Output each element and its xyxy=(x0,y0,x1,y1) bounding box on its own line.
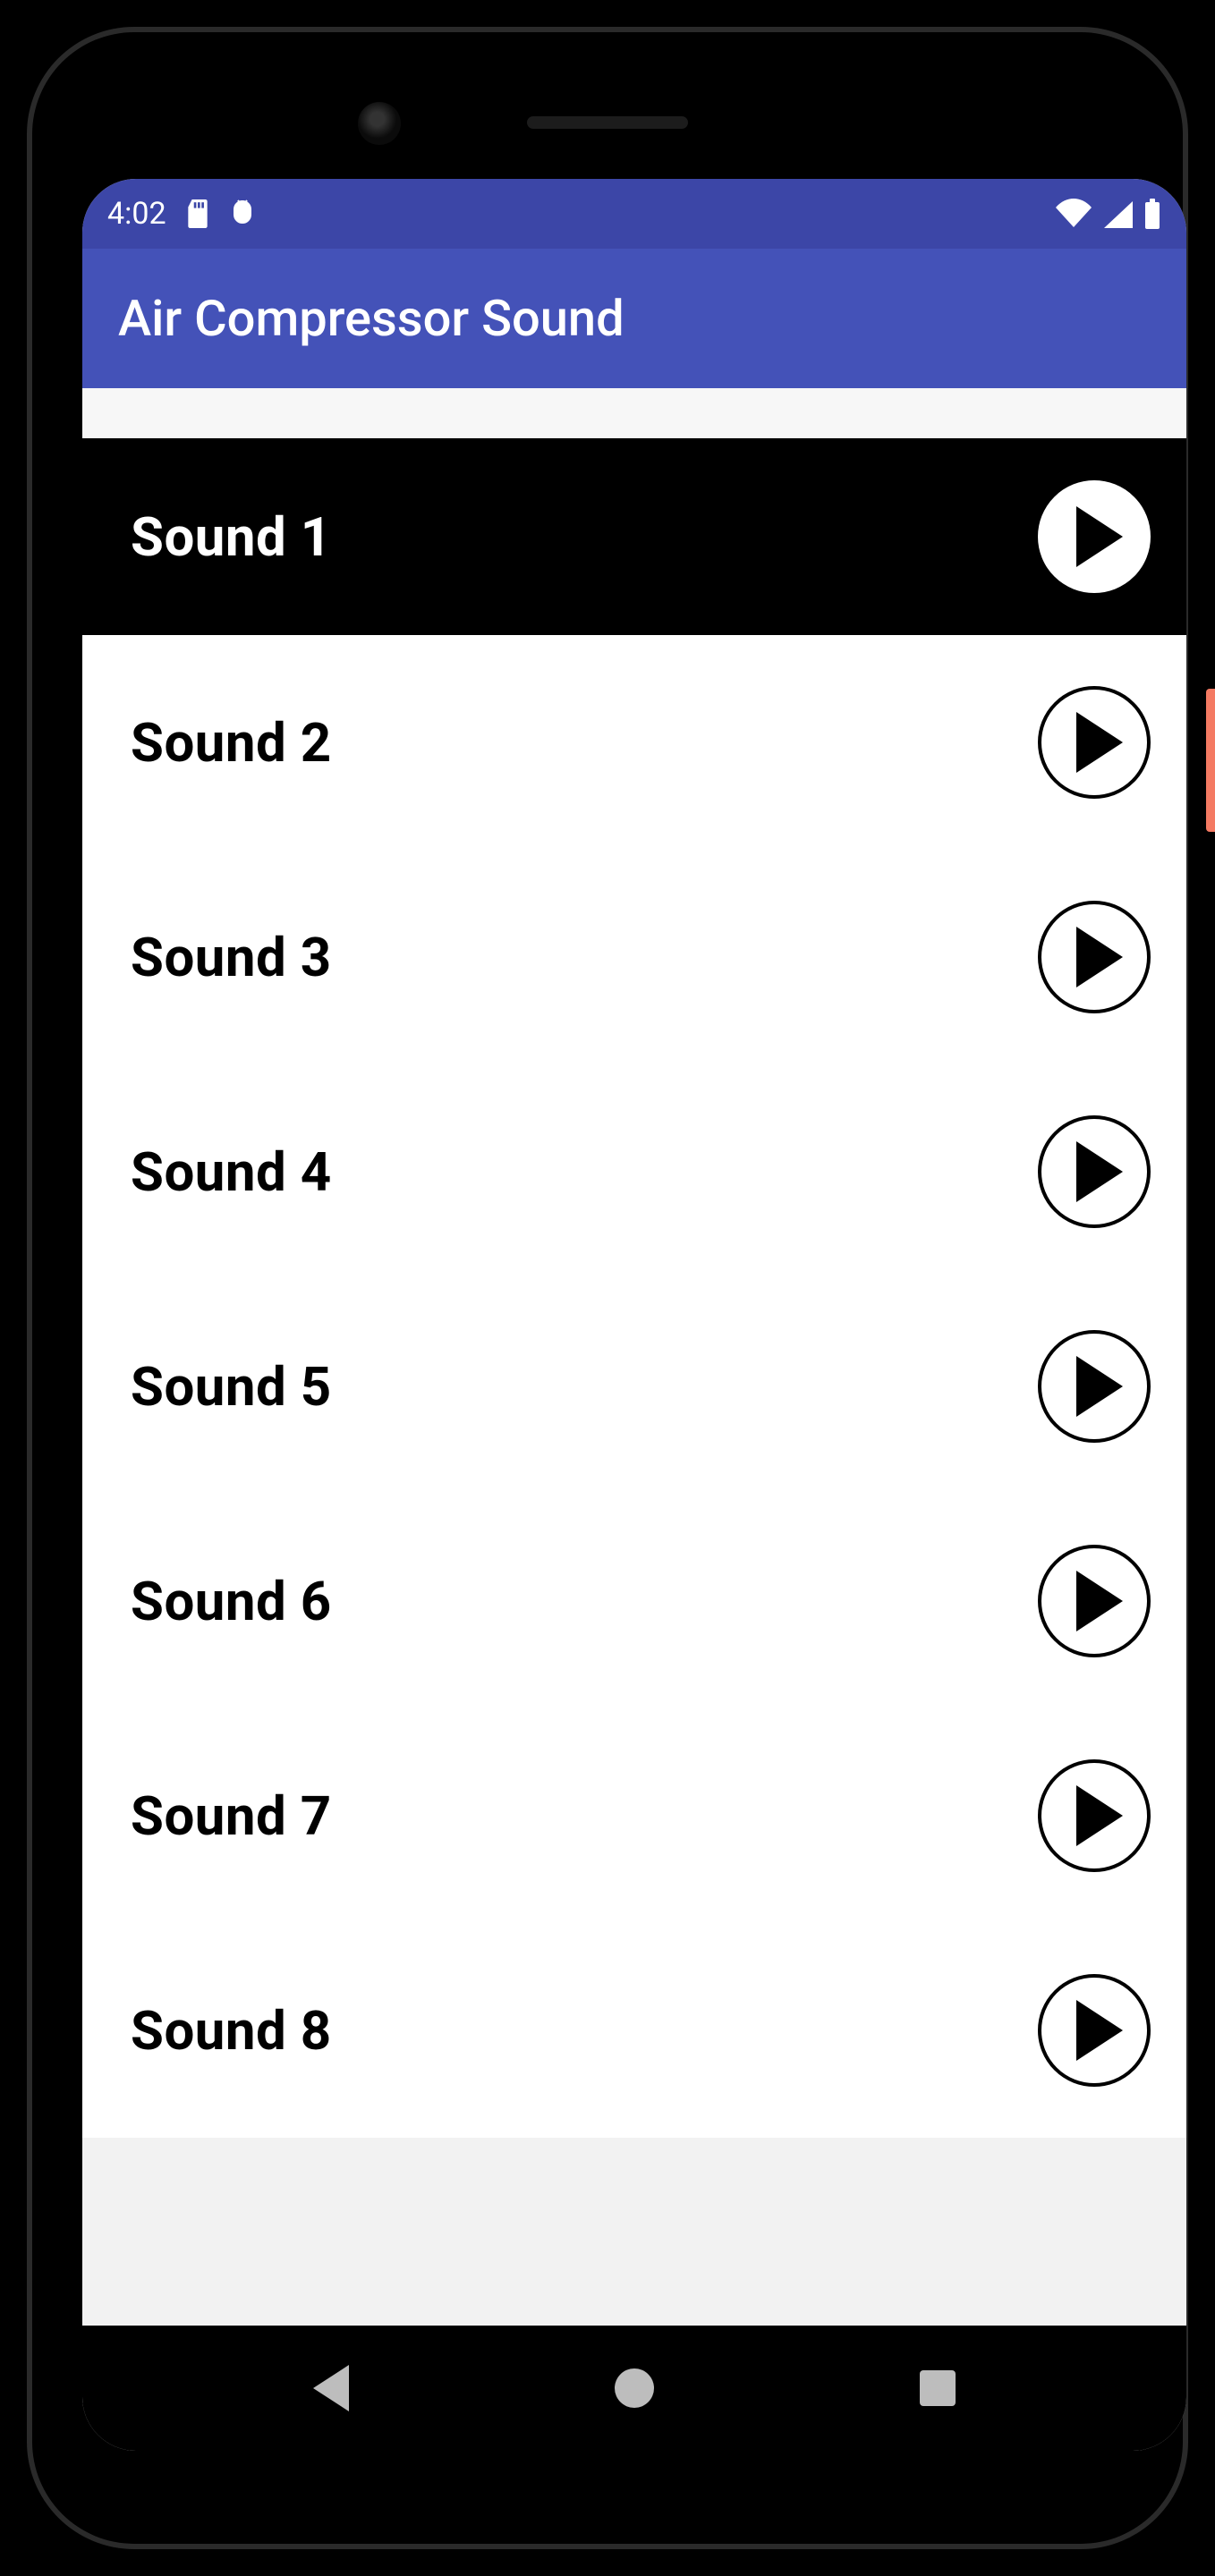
status-time: 4:02 xyxy=(107,196,166,232)
nav-recent-button[interactable] xyxy=(920,2370,956,2406)
sound-row[interactable]: Sound 5 xyxy=(82,1279,1186,1494)
cellular-icon xyxy=(1102,199,1134,228)
play-icon xyxy=(1076,1356,1123,1417)
sound-label: Sound 5 xyxy=(131,1355,1038,1419)
sound-row[interactable]: Sound 8 xyxy=(82,1923,1186,2138)
sd-card-icon xyxy=(186,199,209,228)
sound-label: Sound 1 xyxy=(131,505,1038,569)
sound-row[interactable]: Sound 1 xyxy=(82,438,1186,635)
status-left: 4:02 xyxy=(107,196,256,232)
play-button[interactable] xyxy=(1038,1115,1151,1228)
nav-home-button[interactable] xyxy=(615,2368,654,2408)
play-button[interactable] xyxy=(1038,901,1151,1013)
phone-speaker xyxy=(527,116,688,129)
phone-power-button xyxy=(1206,689,1215,832)
wifi-icon xyxy=(1054,199,1093,229)
sound-label: Sound 4 xyxy=(131,1140,1038,1204)
phone-front-camera xyxy=(358,102,401,145)
sound-row[interactable]: Sound 3 xyxy=(82,850,1186,1064)
play-button[interactable] xyxy=(1038,1759,1151,1872)
play-button[interactable] xyxy=(1038,1545,1151,1657)
play-icon xyxy=(1076,1785,1123,1846)
sound-list[interactable]: Sound 1 Sound 2 Sound 3 Sound 4 Sound 5 Sound… xyxy=(82,438,1186,2138)
nav-back-button[interactable] xyxy=(313,2365,349,2411)
sound-label: Sound 7 xyxy=(131,1784,1038,1848)
debug-icon xyxy=(229,199,256,229)
content-area: Sound 1 Sound 2 Sound 3 Sound 4 Sound 5 Sound… xyxy=(82,388,1186,2326)
sound-label: Sound 8 xyxy=(131,1999,1038,2063)
sound-row[interactable]: Sound 4 xyxy=(82,1064,1186,1279)
phone-frame: 4:02 xyxy=(27,27,1188,2549)
app-title: Air Compressor Sound xyxy=(118,289,624,348)
sound-row[interactable]: Sound 2 xyxy=(82,635,1186,850)
play-icon xyxy=(1076,506,1123,567)
content-top-gap xyxy=(82,388,1186,438)
play-button[interactable] xyxy=(1038,1330,1151,1443)
status-bar: 4:02 xyxy=(82,179,1186,249)
sound-label: Sound 2 xyxy=(131,711,1038,775)
play-icon xyxy=(1076,1141,1123,1202)
play-icon xyxy=(1076,2000,1123,2061)
sound-label: Sound 6 xyxy=(131,1570,1038,1633)
play-icon xyxy=(1076,927,1123,987)
app-bar: Air Compressor Sound xyxy=(82,249,1186,388)
sound-label: Sound 3 xyxy=(131,926,1038,989)
system-nav-bar xyxy=(82,2326,1186,2451)
sound-row[interactable]: Sound 6 xyxy=(82,1494,1186,1708)
play-button[interactable] xyxy=(1038,480,1151,593)
play-button[interactable] xyxy=(1038,686,1151,799)
phone-screen-bezel: 4:02 xyxy=(82,179,1186,2451)
battery-icon xyxy=(1143,199,1161,229)
sound-row[interactable]: Sound 7 xyxy=(82,1708,1186,1923)
play-icon xyxy=(1076,1571,1123,1631)
play-icon xyxy=(1076,712,1123,773)
screen: 4:02 xyxy=(82,179,1186,2451)
status-right xyxy=(1054,199,1161,229)
play-button[interactable] xyxy=(1038,1974,1151,2087)
